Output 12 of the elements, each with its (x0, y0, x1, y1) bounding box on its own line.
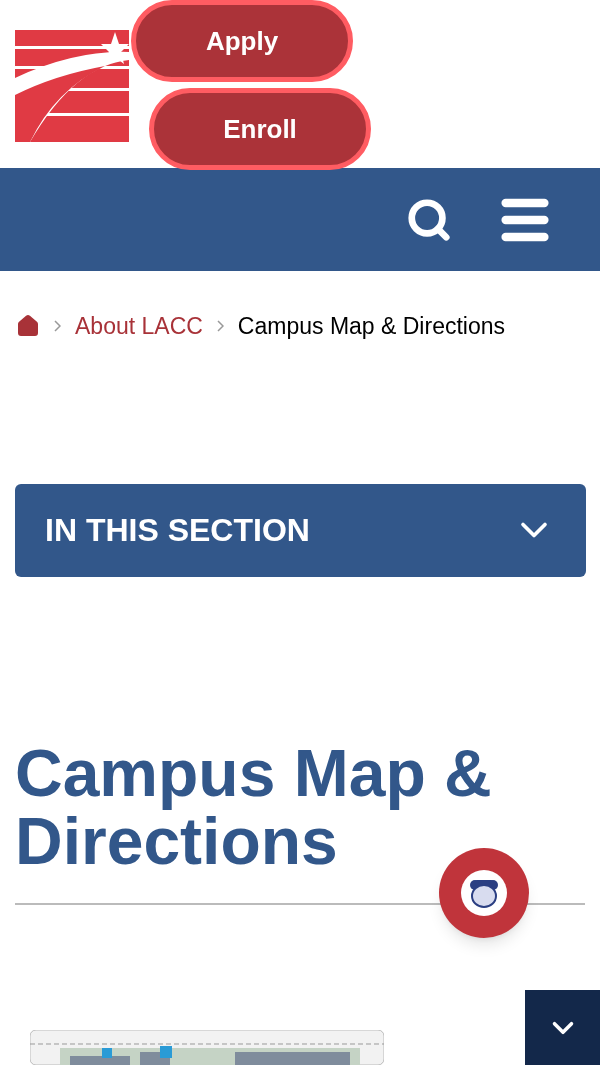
section-menu[interactable]: IN THIS SECTION (15, 483, 586, 577)
home-icon[interactable] (16, 314, 40, 339)
chevron-icon (216, 320, 224, 333)
college-logo[interactable] (15, 30, 129, 142)
apply-button[interactable]: Apply (131, 0, 353, 82)
page-title: Campus Map & Directions (15, 738, 493, 875)
breadcrumb-link[interactable]: About LACC (75, 309, 203, 344)
bear-icon (461, 870, 507, 916)
breadcrumb-current: Campus Map & Directions (237, 312, 505, 341)
chevron-icon (54, 320, 61, 333)
enroll-button[interactable]: Enroll (149, 88, 371, 170)
search-icon[interactable] (406, 196, 452, 243)
